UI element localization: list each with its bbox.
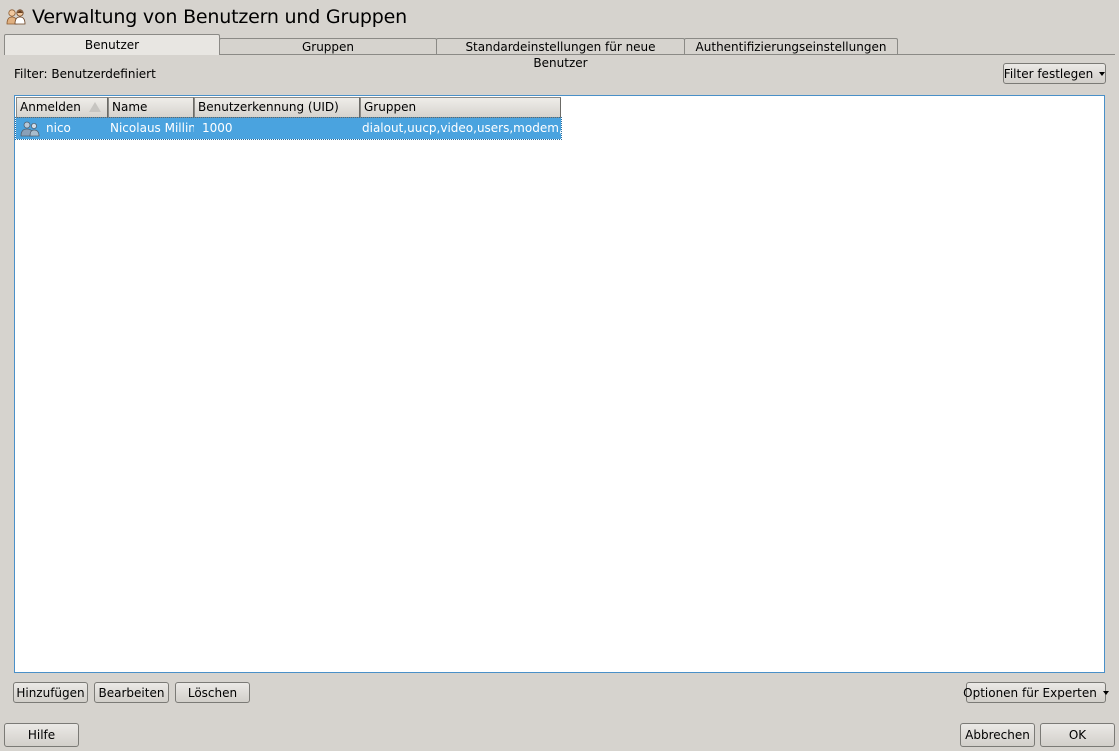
column-header-uid[interactable]: Benutzerkennung (UID) bbox=[194, 97, 360, 118]
table-header: Anmelden Name Benutzerkennung (UID) Grup… bbox=[16, 97, 561, 118]
cancel-button[interactable]: Abbrechen bbox=[960, 723, 1035, 747]
column-header-name[interactable]: Name bbox=[108, 97, 194, 118]
column-header-anmelden[interactable]: Anmelden bbox=[16, 97, 108, 118]
filter-festlegen-label: Filter festlegen bbox=[1003, 66, 1094, 81]
expert-options-label: Optionen für Experten bbox=[963, 685, 1097, 700]
cell-name: Nicolaus Millin bbox=[110, 121, 194, 135]
users-table[interactable]: Anmelden Name Benutzerkennung (UID) Grup… bbox=[14, 95, 1105, 673]
delete-button[interactable]: Löschen bbox=[175, 682, 250, 703]
tab-standardeinstellungen[interactable]: Standardeinstellungen für neue Benutzer bbox=[436, 38, 685, 70]
window-title: Verwaltung von Benutzern und Gruppen bbox=[32, 6, 407, 28]
ok-button[interactable]: OK bbox=[1040, 723, 1115, 747]
add-button[interactable]: Hinzufügen bbox=[13, 682, 88, 703]
dropdown-arrow-icon bbox=[1099, 71, 1106, 76]
cell-uid: 1000 bbox=[202, 121, 233, 135]
help-button[interactable]: Hilfe bbox=[4, 723, 79, 747]
filter-label: Filter: Benutzerdefiniert bbox=[14, 67, 156, 81]
filter-festlegen-button[interactable]: Filter festlegen bbox=[1003, 63, 1106, 84]
edit-button[interactable]: Bearbeiten bbox=[94, 682, 169, 703]
cell-groups: dialout,uucp,video,users,modem,tty bbox=[362, 121, 561, 135]
tab-gruppen[interactable]: Gruppen bbox=[219, 38, 437, 55]
expert-options-button[interactable]: Optionen für Experten bbox=[963, 682, 1109, 703]
cell-login: nico bbox=[16, 118, 108, 139]
tab-bar: Benutzer Gruppen Standardeinstellungen f… bbox=[4, 34, 898, 70]
tab-benutzer[interactable]: Benutzer bbox=[4, 34, 220, 55]
window-title-bar: Verwaltung von Benutzern und Gruppen bbox=[6, 4, 407, 30]
tab-divider bbox=[219, 54, 1115, 55]
user-icon bbox=[20, 121, 40, 137]
table-row[interactable]: nico Nicolaus Millin 1000 dialout,uucp,v… bbox=[15, 117, 562, 140]
sort-ascending-icon bbox=[89, 102, 101, 112]
tab-authentifizierung[interactable]: Authentifizierungseinstellungen bbox=[684, 38, 898, 55]
users-icon bbox=[6, 9, 26, 25]
dropdown-arrow-icon bbox=[1102, 690, 1109, 695]
column-header-gruppen[interactable]: Gruppen bbox=[360, 97, 561, 118]
